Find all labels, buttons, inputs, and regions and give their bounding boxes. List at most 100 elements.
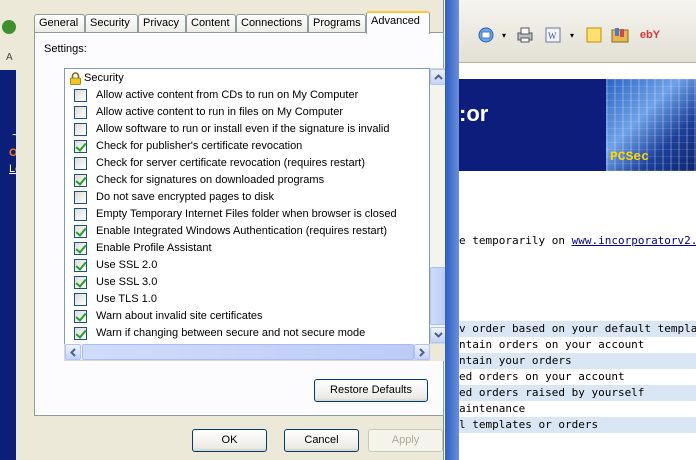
option-label: Use TLS 1.0 <box>96 293 157 305</box>
ebay-icon[interactable]: ebY <box>635 24 665 46</box>
option-label: Use SSL 3.0 <box>96 276 158 288</box>
option-row[interactable]: Check for signatures on downloaded progr… <box>65 172 429 189</box>
horizontal-scrollbar-thumb[interactable] <box>82 344 414 360</box>
banner-title: :or <box>459 101 489 126</box>
option-checkbox[interactable] <box>74 123 87 136</box>
mail-icon[interactable] <box>475 24 499 46</box>
site-link[interactable]: www.incorporatorv2.c <box>572 234 696 247</box>
settings-list[interactable]: Security Allow active content from CDs t… <box>64 68 430 361</box>
tab-advanced[interactable]: Advanced <box>366 11 430 34</box>
tab-content[interactable]: Content <box>186 14 236 33</box>
option-checkbox[interactable] <box>74 140 87 153</box>
ebay-label: ebY <box>639 29 661 41</box>
group-label: Security <box>84 72 124 84</box>
option-row[interactable]: Warn about invalid site certificates <box>65 308 429 325</box>
restore-defaults-button[interactable]: Restore Defaults <box>314 379 428 402</box>
tab-security[interactable]: Security <box>85 14 138 33</box>
tab-connections[interactable]: Connections <box>236 14 308 33</box>
option-row[interactable]: Enable Profile Assistant <box>65 240 429 257</box>
chevron-down-icon[interactable]: ▾ <box>567 24 577 46</box>
chevron-down-icon[interactable]: ▾ <box>499 24 509 46</box>
svg-text:W: W <box>548 31 557 41</box>
option-row[interactable]: Check for server certificate revocation … <box>65 155 429 172</box>
option-label: Allow active content to run in files on … <box>96 106 344 118</box>
scrollbar-thumb[interactable] <box>430 267 446 325</box>
temporary-notice: e temporarily on www.incorporatorv2.c <box>459 234 696 247</box>
option-label: Check for signatures on downloaded progr… <box>96 174 325 186</box>
menu-line[interactable]: l templates or orders <box>459 418 598 431</box>
option-row[interactable]: Allow active content to run in files on … <box>65 104 429 121</box>
printer-icon[interactable] <box>513 24 537 46</box>
option-row[interactable]: Use TLS 1.0 <box>65 291 429 308</box>
option-checkbox[interactable] <box>74 89 87 102</box>
horizontal-scrollbar[interactable] <box>64 344 430 361</box>
chevron-up-icon <box>433 74 443 80</box>
option-checkbox[interactable] <box>74 327 87 340</box>
option-label: Allow active content from CDs to run on … <box>96 89 359 101</box>
lock-icon <box>70 72 81 85</box>
option-checkbox[interactable] <box>74 276 87 289</box>
option-checkbox[interactable] <box>74 106 87 119</box>
option-row[interactable]: Check for publisher's certificate revoca… <box>65 138 429 155</box>
option-label: Check for server certificate revocation … <box>96 157 365 169</box>
tab-programs[interactable]: Programs <box>308 14 366 33</box>
apply-button[interactable]: Apply <box>368 429 443 452</box>
option-checkbox[interactable] <box>74 310 87 323</box>
scroll-down-button[interactable] <box>430 327 446 343</box>
option-checkbox[interactable] <box>74 293 87 306</box>
scroll-left-button[interactable] <box>65 344 81 360</box>
scroll-up-button[interactable] <box>430 69 446 85</box>
option-checkbox[interactable] <box>74 174 87 187</box>
option-checkbox[interactable] <box>74 191 87 204</box>
option-label: Warn about invalid site certificates <box>96 310 263 322</box>
address-label-fragment: A <box>6 52 13 63</box>
window-border <box>445 0 459 460</box>
option-row[interactable]: Do not save encrypted pages to disk <box>65 189 429 206</box>
option-label: Enable Integrated Windows Authentication… <box>96 225 388 237</box>
menu-line[interactable]: ntain your orders <box>459 354 572 367</box>
menu-line[interactable]: ntain orders on your account <box>459 338 644 351</box>
list-group-security[interactable]: Security <box>65 70 429 87</box>
site-banner: :or PCSec <box>459 79 696 171</box>
option-row[interactable]: Use SSL 2.0 <box>65 257 429 274</box>
option-label: Use SSL 2.0 <box>96 259 158 271</box>
scroll-right-button[interactable] <box>414 344 430 360</box>
menu-line[interactable]: aintenance <box>459 402 525 415</box>
internet-options-dialog: General Security Privacy Content Connect… <box>16 0 447 460</box>
banner-logo: PCSec <box>610 149 650 164</box>
ok-button[interactable]: OK <box>192 429 267 452</box>
notice-text: e temporarily on <box>459 234 572 247</box>
chevron-left-icon <box>70 347 76 357</box>
option-label: Check for publisher's certificate revoca… <box>96 140 303 152</box>
word-icon[interactable]: W <box>541 24 565 46</box>
chevron-down-icon <box>433 332 443 338</box>
option-checkbox[interactable] <box>74 242 87 255</box>
note-icon[interactable] <box>583 24 605 46</box>
cancel-button[interactable]: Cancel <box>284 429 359 452</box>
background-browser-window: ▾ W ▾ ebY :or PCSec e temporarily on www… <box>445 0 696 460</box>
option-row[interactable]: Use SSL 3.0 <box>65 274 429 291</box>
option-label: Empty Temporary Internet Files folder wh… <box>96 208 397 220</box>
browser-toolbar: ▾ W ▾ ebY <box>459 0 696 63</box>
back-icon <box>2 20 16 34</box>
option-row[interactable]: Allow software to run or install even if… <box>65 121 429 138</box>
option-row[interactable]: Warn if changing between secure and not … <box>65 325 429 342</box>
folder-icon[interactable] <box>609 24 631 46</box>
option-row[interactable]: Empty Temporary Internet Files folder wh… <box>65 206 429 223</box>
menu-line[interactable]: ed orders raised by yourself <box>459 386 644 399</box>
option-row[interactable]: Enable Integrated Windows Authentication… <box>65 223 429 240</box>
option-row[interactable]: Allow active content from CDs to run on … <box>65 87 429 104</box>
option-checkbox[interactable] <box>74 208 87 221</box>
option-checkbox[interactable] <box>74 225 87 238</box>
option-checkbox[interactable] <box>74 157 87 170</box>
option-checkbox[interactable] <box>74 259 87 272</box>
option-label: Allow software to run or install even if… <box>96 123 390 135</box>
option-label: Do not save encrypted pages to disk <box>96 191 274 203</box>
option-label: Enable Profile Assistant <box>96 242 212 254</box>
tab-general[interactable]: General <box>34 14 85 33</box>
menu-line[interactable]: ed orders on your account <box>459 370 625 383</box>
tab-privacy[interactable]: Privacy <box>138 14 186 33</box>
chevron-right-icon <box>419 347 425 357</box>
menu-line[interactable]: v order based on your default template <box>459 322 696 335</box>
option-label: Warn if changing between secure and not … <box>96 327 366 339</box>
